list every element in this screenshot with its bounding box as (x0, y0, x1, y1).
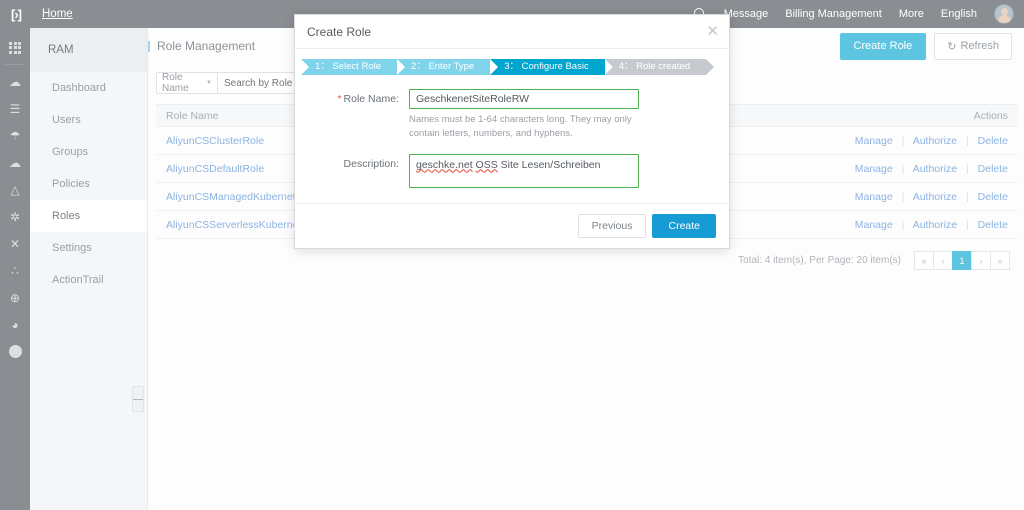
manage-link[interactable]: Manage (855, 135, 893, 147)
sidebar-item-policies[interactable]: Policies (30, 168, 147, 200)
role-name-row: * Role Name: (295, 89, 729, 109)
network-icon[interactable]: ✲ (0, 203, 30, 230)
icon-rail: ☁ ☰ ☂ ☁ △ ✲ ✕ ∴ ⊕ ◕ (0, 28, 30, 510)
action-separator: | (901, 134, 905, 147)
create-role-modal: Create Role ✕ 1： Select Role 2： Enter Ty… (294, 14, 730, 249)
step-1-select-role[interactable]: 1： Select Role (301, 59, 406, 75)
role-link[interactable]: AliyunCSClusterRole (166, 135, 264, 147)
sidebar-collapse-handle[interactable] (132, 386, 144, 412)
pagination-next-button[interactable]: › (971, 251, 991, 270)
sidebar-item-roles[interactable]: Roles (30, 200, 147, 232)
cloud-upload-icon[interactable]: △ (0, 176, 30, 203)
avatar[interactable] (994, 4, 1014, 24)
brackets-logo-icon[interactable]: [›] (0, 0, 32, 28)
refresh-icon: ↻ (947, 40, 957, 53)
role-name-input[interactable] (409, 89, 639, 109)
role-link[interactable]: AliyunCSDefaultRole (166, 163, 264, 175)
sidebar-item-dashboard[interactable]: Dashboard (30, 72, 147, 104)
delete-link[interactable]: Delete (978, 219, 1008, 231)
action-separator: | (901, 190, 905, 203)
pagination-first-button[interactable]: « (914, 251, 934, 270)
create-button[interactable]: Create (652, 214, 716, 238)
page-title: Role Management (157, 39, 256, 53)
role-name-label-text: Role Name: (343, 93, 399, 105)
action-separator: | (965, 134, 969, 147)
authorize-link[interactable]: Authorize (913, 135, 957, 147)
nav-more[interactable]: More (899, 8, 924, 20)
description-textarea[interactable]: geschke.net OSS Site Lesen/Schreiben (409, 153, 639, 188)
app-root: [›] Home Message Billing Management More… (0, 0, 1024, 510)
modal-header: Create Role ✕ (295, 15, 729, 49)
modal-footer: Previous Create (295, 203, 729, 248)
role-name-hint: Names must be 1-64 characters long. They… (409, 114, 632, 140)
sidebar-item-actiontrail[interactable]: ActionTrail (30, 264, 147, 296)
authorize-link[interactable]: Authorize (913, 163, 957, 175)
shield-icon[interactable]: ☂ (0, 122, 30, 149)
refresh-label: Refresh (960, 40, 999, 52)
globe-icon[interactable]: ⊕ (0, 284, 30, 311)
sidebar-item-settings[interactable]: Settings (30, 232, 147, 264)
delete-link[interactable]: Delete (978, 191, 1008, 203)
pagination-last-button[interactable]: » (990, 251, 1010, 270)
step-4-role-created[interactable]: 4： Role created (604, 59, 715, 75)
nav-billing-management[interactable]: Billing Management (785, 8, 882, 20)
manage-link[interactable]: Manage (855, 191, 893, 203)
action-separator: | (965, 190, 969, 203)
description-row: Description: geschke.net OSS Site Lesen/… (295, 153, 729, 188)
step-indicator: 1： Select Role 2： Enter Type 3： Configur… (295, 49, 729, 75)
breadcrumb: Role Management (148, 39, 255, 53)
authorize-link[interactable]: Authorize (913, 191, 957, 203)
filter-field-select[interactable]: Role Name ▼ (156, 72, 218, 94)
action-separator: | (965, 162, 969, 175)
action-separator: | (965, 218, 969, 231)
sidebar-item-users[interactable]: Users (30, 104, 147, 136)
desc-word-2: OSS (475, 158, 498, 171)
delete-link[interactable]: Delete (978, 163, 1008, 175)
share-nodes-icon[interactable]: ∴ (0, 257, 30, 284)
step-3-configure-basic[interactable]: 3： Configure Basic (490, 59, 614, 75)
sidebar: RAM Dashboard Users Groups Policies Role… (30, 28, 148, 510)
step-2-enter-type[interactable]: 2： Enter Type (397, 59, 499, 75)
page-header-actions: Create Role ↻ Refresh (839, 32, 1012, 60)
nav-language-english[interactable]: English (941, 8, 977, 20)
description-label: Description: (343, 157, 399, 170)
modal-title: Create Role (307, 24, 372, 39)
rail-status-dot-icon[interactable] (0, 338, 30, 365)
create-role-button[interactable]: Create Role (839, 32, 927, 60)
nav-message[interactable]: Message (724, 8, 769, 20)
pagination-summary: Total: 4 item(s), Per Page: 20 item(s) (738, 255, 901, 266)
desc-word-1: geschke.net (416, 158, 473, 171)
role-name-label: * Role Name: (295, 89, 409, 109)
action-separator: | (901, 162, 905, 175)
app-grid-icon[interactable] (0, 34, 30, 61)
manage-link[interactable]: Manage (855, 163, 893, 175)
database-icon[interactable]: ◕ (0, 311, 30, 338)
manage-link[interactable]: Manage (855, 219, 893, 231)
server-stack-icon[interactable]: ☰ (0, 95, 30, 122)
modal-body: *Role Name: Names must be 1-64 character… (295, 75, 729, 188)
previous-button[interactable]: Previous (577, 214, 647, 238)
required-marker: * (337, 93, 342, 105)
sidebar-header: RAM (30, 28, 147, 72)
delete-link[interactable]: Delete (978, 135, 1008, 147)
filter-field-value: Role Name (162, 72, 189, 94)
top-nav-right: Message Billing Management More English (693, 4, 1024, 24)
chevron-down-icon: ▼ (206, 80, 212, 86)
cloud-service-icon[interactable]: ☁ (0, 68, 30, 95)
home-link[interactable]: Home (42, 8, 73, 20)
cross-tools-icon[interactable]: ✕ (0, 230, 30, 257)
sidebar-item-groups[interactable]: Groups (30, 136, 147, 168)
pagination-page-1[interactable]: 1 (952, 251, 972, 270)
cloud-storage-icon[interactable]: ☁ (0, 149, 30, 176)
action-separator: | (901, 218, 905, 231)
pagination-prev-button[interactable]: ‹ (933, 251, 953, 270)
close-icon[interactable]: ✕ (706, 24, 719, 39)
authorize-link[interactable]: Authorize (913, 219, 957, 231)
refresh-button[interactable]: ↻ Refresh (934, 32, 1012, 60)
rail-divider (5, 64, 25, 65)
breadcrumb-accent-bar (148, 40, 150, 52)
desc-rest: Site Lesen/Schreiben (497, 158, 601, 171)
